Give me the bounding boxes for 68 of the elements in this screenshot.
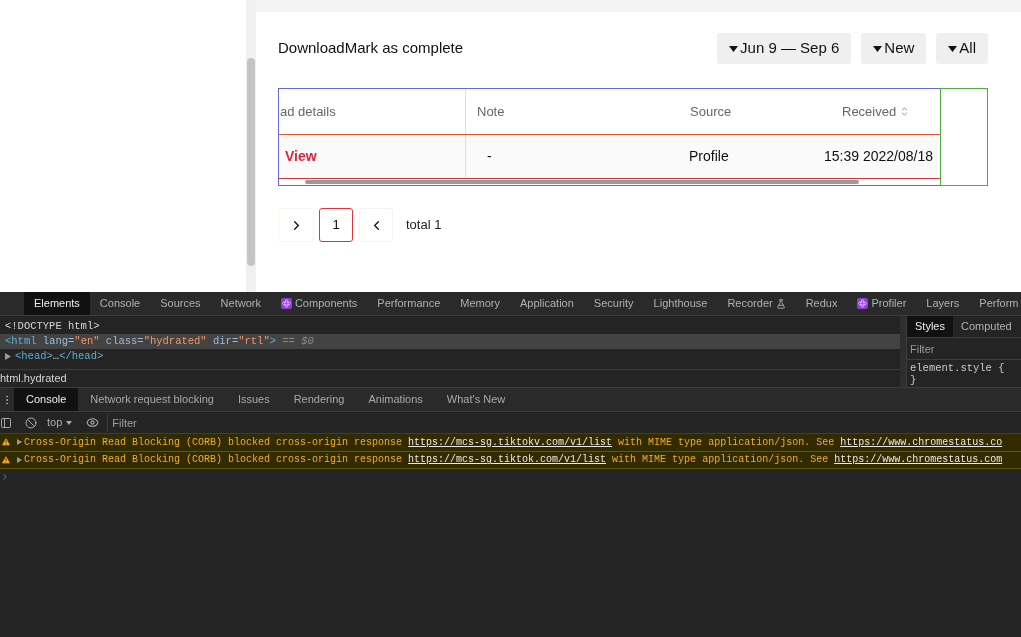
- column-header: Note: [477, 102, 505, 121]
- filter-dropdown[interactable]: New: [861, 33, 927, 64]
- devtools-tab[interactable]: Lighthouse: [643, 292, 718, 315]
- style-rule: element.style {: [910, 362, 1006, 374]
- caret-icon: [873, 45, 883, 52]
- flask-icon: [775, 298, 786, 309]
- devtools-tab[interactable]: Application: [510, 292, 584, 315]
- message-text: Cross-Origin Read Blocking (CORB) blocked cross-origin response https://mcs-sg.tiktokv.com/v1/list with MIME type application/json. See https://www.chromestatus.co: [24, 435, 1003, 450]
- drawer-tab[interactable]: Animations: [356, 388, 435, 411]
- page-button[interactable]: 1: [319, 208, 353, 242]
- dom-node[interactable]: <html lang="en" class="hydrated" dir="rtl"> == $0: [0, 334, 900, 349]
- eye-icon[interactable]: [86, 416, 100, 429]
- devtools-tab[interactable]: Layers: [916, 292, 970, 315]
- table-cell-text: Profile: [689, 147, 729, 166]
- drawer-tab[interactable]: Network request blocking: [78, 388, 226, 411]
- atom-icon: [857, 298, 869, 309]
- drawer-tab[interactable]: Issues: [225, 388, 282, 411]
- devtools-tab[interactable]: Console: [89, 292, 151, 315]
- clear-console-icon[interactable]: [25, 416, 37, 429]
- column-header: ad details: [280, 102, 336, 121]
- dom-node[interactable]: <!DOCTYPE html>: [0, 319, 900, 334]
- dom-node[interactable]: <head>…</head>: [0, 349, 900, 364]
- total-count: total 1: [406, 216, 442, 235]
- devtools-tab[interactable]: Profiler: [847, 292, 917, 315]
- devtools-tab[interactable]: Elements: [24, 292, 90, 315]
- message-link[interactable]: https://www.chromestatus.co: [840, 436, 1003, 448]
- expand-arrow-icon[interactable]: [17, 456, 22, 463]
- sidebar-toggle-icon[interactable]: [0, 416, 12, 429]
- devtools-tab[interactable]: Memory: [450, 292, 510, 315]
- caret-icon: [948, 45, 958, 52]
- expand-arrow-icon[interactable]: [5, 353, 11, 360]
- scrollbar-thumb[interactable]: [247, 58, 255, 266]
- caret-icon: [729, 45, 739, 52]
- devtools-tab[interactable]: Security: [583, 292, 644, 315]
- column-header[interactable]: Received: [842, 101, 897, 122]
- devtools-tab[interactable]: Perform: [969, 292, 1021, 315]
- scrollbar-thumb[interactable]: [305, 180, 859, 184]
- table-cell-text: -: [487, 147, 492, 166]
- message-text: Cross-Origin Read Blocking (CORB) blocked cross-origin response https://mcs-sg.tiktok.com/v1/list with MIME type application/json. See https://www.chromestatus.com: [24, 453, 1003, 468]
- context-dropdown[interactable]: top: [47, 414, 73, 431]
- filter-field[interactable]: Filter: [907, 338, 1021, 360]
- devtools-tab[interactable]: Recorder: [717, 292, 796, 315]
- column-header: Source: [690, 102, 732, 121]
- devtools-tab[interactable]: Sources: [150, 292, 211, 315]
- view-link[interactable]: View: [285, 146, 317, 167]
- table-cell-text: 15:39 2022/08/18: [824, 147, 933, 166]
- drawer-tab[interactable]: Console: [14, 388, 79, 411]
- prompt-icon: [0, 472, 10, 482]
- devtools-tab[interactable]: Performance: [367, 292, 451, 315]
- caret-icon: [66, 420, 73, 425]
- drawer-tab[interactable]: Rendering: [281, 388, 357, 411]
- breadcrumb[interactable]: html.hydrated: [0, 370, 67, 387]
- styles-tab[interactable]: Computed: [952, 316, 1020, 337]
- expand-arrow-icon[interactable]: [17, 439, 22, 446]
- filter-dropdown[interactable]: Jun 9 — Sep 6: [717, 33, 852, 64]
- message-link[interactable]: https://mcs-sg.tiktok.com/v1/list: [408, 454, 607, 466]
- atom-icon: [280, 298, 292, 309]
- filter-dropdown[interactable]: All: [936, 33, 988, 64]
- page-title: DownloadMark as complete: [278, 38, 464, 59]
- console-filter-field[interactable]: Filter: [107, 413, 1021, 432]
- message-link[interactable]: https://www.chromestatus.com: [834, 454, 1003, 466]
- message-link[interactable]: https://mcs-sg.tiktokv.com/v1/list: [408, 436, 613, 448]
- drawer-tab[interactable]: What's New: [434, 388, 518, 411]
- devtools-tab[interactable]: Network: [210, 292, 271, 315]
- devtools-tab[interactable]: Redux: [795, 292, 848, 315]
- devtools-tab[interactable]: Components: [270, 292, 368, 315]
- styles-tab[interactable]: Styles: [907, 316, 953, 337]
- style-rule: }: [910, 374, 918, 386]
